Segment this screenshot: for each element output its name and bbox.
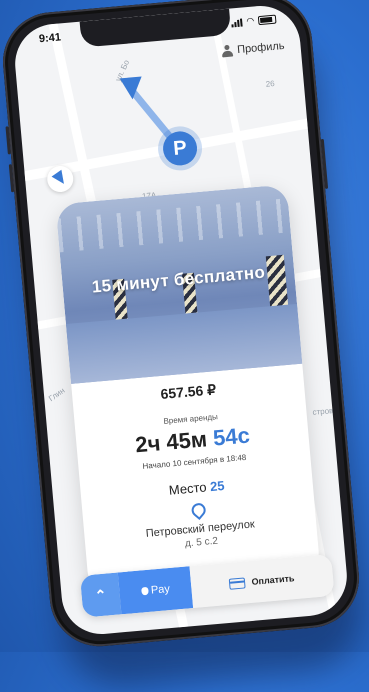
- place: Место 25: [80, 470, 312, 505]
- place-number: 25: [209, 477, 226, 495]
- chevron-up-icon: ⌃: [94, 586, 108, 604]
- street-label: стров: [312, 406, 334, 417]
- parking-session-card: 15 минут бесплатно 657.56 ₽ Время аренды…: [55, 184, 321, 596]
- phone-screen: 9:41 ◠ ул. Бо 17А 26 Глин стров Профиль …: [11, 2, 351, 638]
- apple-icon: [140, 586, 149, 596]
- pay-label: Оплатить: [251, 573, 295, 587]
- phone-frame: 9:41 ◠ ул. Бо 17А 26 Глин стров Профиль …: [0, 0, 364, 651]
- ceiling-lights: [56, 198, 291, 253]
- apple-pay-button[interactable]: Pay: [117, 566, 194, 615]
- parking-photo: 15 минут бесплатно: [55, 184, 303, 384]
- navigation-arrow-icon: [119, 76, 144, 101]
- free-minutes-caption: 15 минут бесплатно: [91, 262, 266, 297]
- rent-timer-seconds: 54с: [211, 422, 251, 451]
- street-label: 26: [265, 78, 276, 89]
- volume-down-button: [8, 164, 15, 193]
- apple-pay-label: Pay: [150, 583, 171, 597]
- signal-icon: [231, 18, 243, 27]
- status-time: 9:41: [38, 31, 62, 46]
- volume-up-button: [5, 126, 11, 155]
- credit-card-icon: [229, 576, 247, 590]
- battery-icon: [257, 14, 277, 26]
- rent-timer-hm: 2ч 45м: [134, 426, 209, 458]
- expand-button[interactable]: ⌃: [79, 572, 122, 618]
- location-pin-icon: [188, 500, 209, 521]
- user-icon: [221, 45, 233, 58]
- location-arrow-icon: [51, 169, 69, 188]
- power-button: [320, 138, 329, 189]
- place-label: Место: [168, 479, 208, 498]
- wifi-icon: ◠: [245, 15, 255, 27]
